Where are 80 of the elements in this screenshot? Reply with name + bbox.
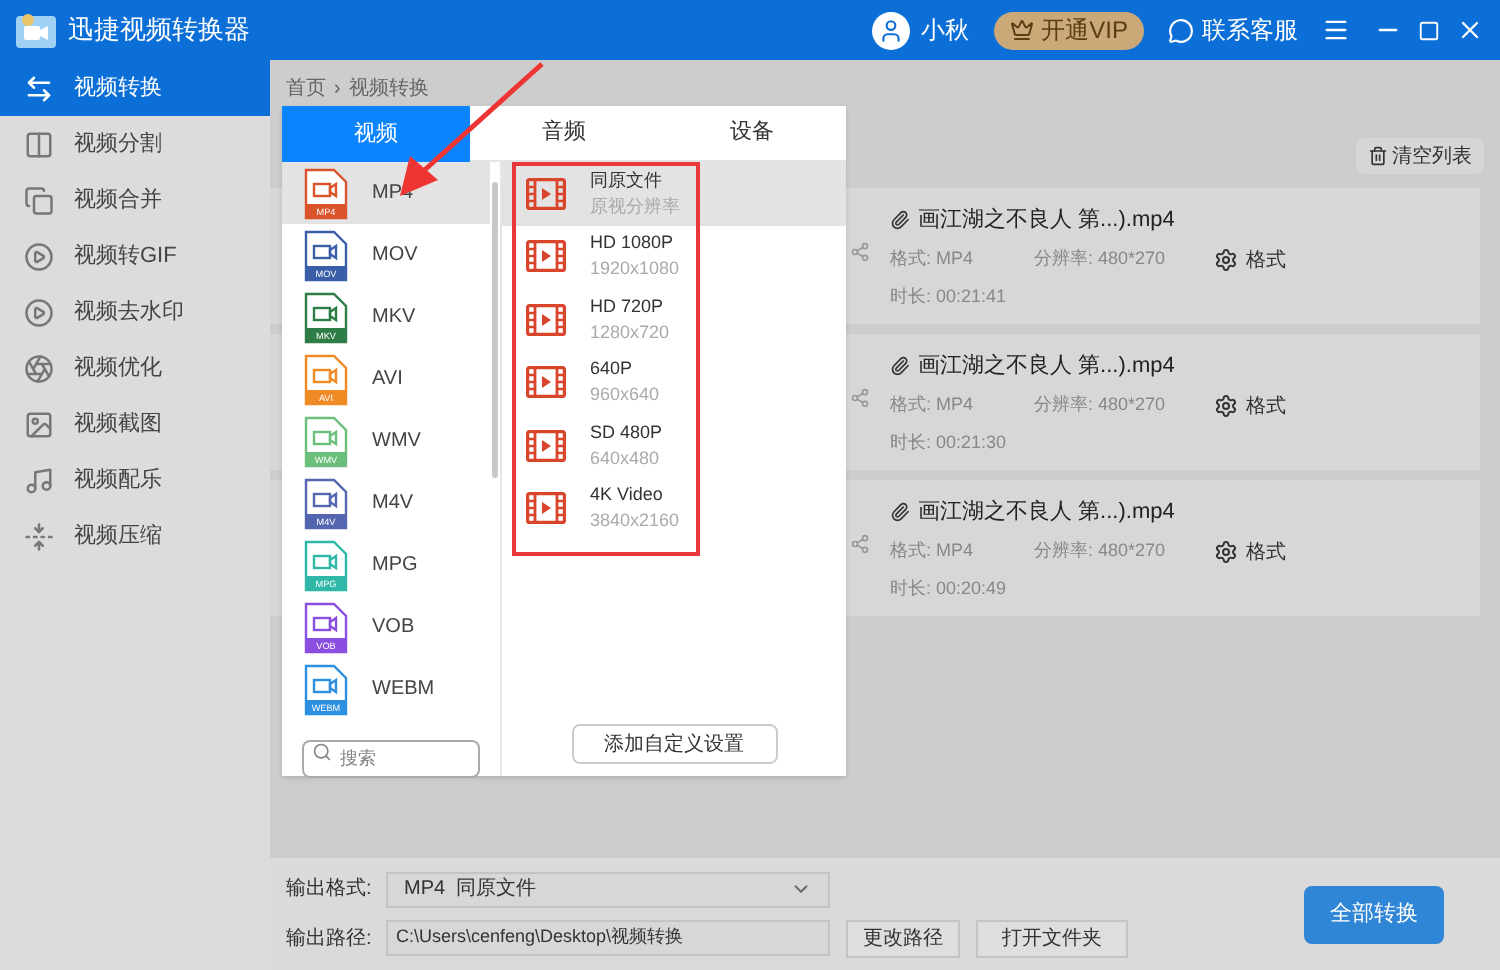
app-logo-icon <box>16 12 56 48</box>
duration-info: 时长: 00:21:30 <box>890 429 1009 455</box>
film-icon <box>526 492 566 525</box>
sidebar-item[interactable]: 视频配乐 <box>0 452 270 508</box>
film-icon <box>526 429 566 462</box>
support-link[interactable]: 联系客服 <box>1202 12 1298 48</box>
user-name[interactable]: 小秋 <box>921 12 970 48</box>
gear-icon <box>1214 248 1238 272</box>
file-name: 画江湖之不良人 第...).mp4 <box>918 351 1175 382</box>
custom-settings-button[interactable]: 添加自定义设置 <box>571 724 777 764</box>
change-path-button[interactable]: 更改路径 <box>846 919 960 957</box>
format-info: 格式: MP4 <box>890 538 976 565</box>
resolution-info: 分辨率: 480*270 <box>1034 246 1168 273</box>
search-field[interactable]: 搜索 <box>302 739 480 777</box>
sidebar-item[interactable]: 视频合并 <box>0 172 270 228</box>
clip-icon <box>890 210 910 231</box>
sidebar-item[interactable]: 视频压缩 <box>0 508 270 564</box>
clip-icon <box>890 502 910 523</box>
menu-icon[interactable] <box>1322 16 1350 44</box>
convert-icon <box>24 73 54 103</box>
sidebar-item[interactable]: 视频优化 <box>0 340 270 396</box>
sidebar-item[interactable]: 视频转GIF <box>0 228 270 284</box>
film-icon <box>526 303 566 336</box>
play-icon <box>24 297 54 327</box>
preset-item[interactable]: HD 720P 1280x720 <box>502 288 846 351</box>
sidebar-item[interactable]: 视频去水印 <box>0 284 270 340</box>
sidebar-item[interactable]: 视频截图 <box>0 396 270 452</box>
image-icon <box>24 409 54 439</box>
reel-icon <box>24 353 54 383</box>
gear-icon <box>1214 540 1238 564</box>
sidebar-item[interactable]: 视频转换 <box>0 60 270 116</box>
file-name: 画江湖之不良人 第...).mp4 <box>918 205 1175 236</box>
vip-button[interactable]: 开通VIP <box>993 11 1144 49</box>
resolution-info: 分辨率: 480*270 <box>1034 538 1168 565</box>
clear-list-button[interactable]: 清空列表 <box>1356 138 1484 174</box>
open-folder-button[interactable]: 打开文件夹 <box>976 919 1128 957</box>
output-path-label: 输出路径: <box>286 925 374 953</box>
breadcrumb-current: 视频转换 <box>348 75 429 103</box>
resolution-info: 分辨率: 480*270 <box>1034 392 1168 419</box>
format-info: 格式: MP4 <box>890 246 976 273</box>
film-icon <box>526 240 566 273</box>
output-path-field[interactable]: C:\Users\cenfeng\Desktop\视频转换 <box>386 920 830 956</box>
format-settings-button[interactable]: 格式 <box>1214 537 1286 567</box>
format-info: 格式: MP4 <box>890 392 976 419</box>
preset-item[interactable]: 640P 960x640 <box>502 351 846 414</box>
maximize-icon[interactable] <box>1418 19 1440 41</box>
window-title: 迅捷视频转换器 <box>68 12 250 49</box>
format-tab[interactable]: 设备 <box>658 106 846 162</box>
duration-info: 时长: 00:20:49 <box>890 575 1009 601</box>
format-tab[interactable]: 音频 <box>470 106 658 162</box>
preset-item[interactable]: SD 480P 640x480 <box>502 414 846 477</box>
film-icon <box>526 177 566 210</box>
split-icon <box>24 129 54 159</box>
duration-info: 时长: 00:21:41 <box>890 283 1009 309</box>
search-icon <box>312 741 332 761</box>
crown-icon <box>1009 18 1034 42</box>
clip-icon <box>890 356 910 377</box>
close-icon[interactable] <box>1456 16 1484 44</box>
sidebar-item[interactable]: 视频分割 <box>0 116 270 172</box>
trash-icon <box>1368 146 1388 166</box>
format-tab[interactable]: 视频 <box>282 106 470 162</box>
format-settings-button[interactable]: 格式 <box>1214 245 1286 275</box>
format-settings-button[interactable]: 格式 <box>1214 391 1286 421</box>
output-format-label: 输出格式: <box>286 875 374 904</box>
preset-item[interactable]: 4K Video 3840x2160 <box>502 477 846 540</box>
output-format-select[interactable]: MP4 同原文件 <box>386 871 830 907</box>
music-icon <box>24 465 54 495</box>
file-name: 画江湖之不良人 第...).mp4 <box>918 497 1175 528</box>
convert-all-button[interactable]: 全部转换 <box>1304 885 1444 943</box>
play-icon <box>24 241 54 271</box>
breadcrumb-link[interactable]: 首页 <box>286 73 326 103</box>
film-icon <box>526 366 566 399</box>
breadcrumb-separator: › <box>334 75 341 103</box>
preset-item[interactable]: HD 1080P 1920x1080 <box>502 225 846 288</box>
compress-icon <box>24 521 54 551</box>
preset-item[interactable]: 同原文件 原视分辨率 <box>502 162 846 225</box>
avatar-icon[interactable] <box>871 11 910 49</box>
merge-icon <box>24 185 54 215</box>
chat-icon <box>1168 17 1194 43</box>
gear-icon <box>1214 394 1238 418</box>
